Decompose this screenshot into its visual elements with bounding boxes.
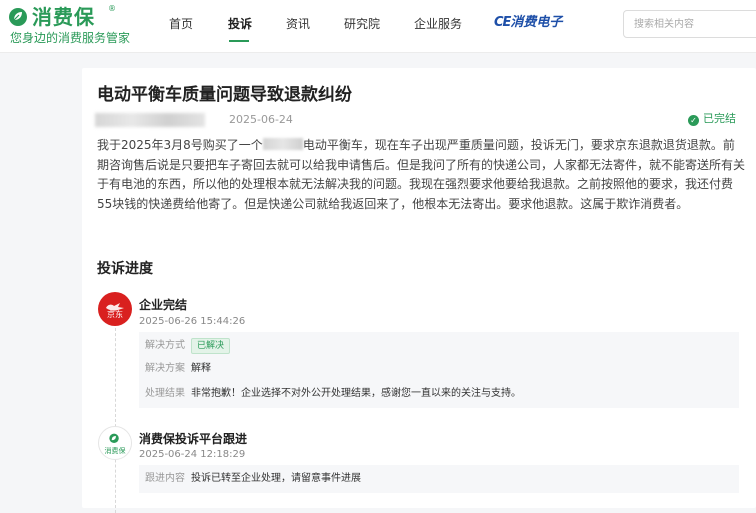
- search-input[interactable]: [623, 10, 756, 38]
- detail-row: 跟进内容 投诉已转至企业处理，请留意事件进展: [145, 472, 361, 486]
- nav-active-indicator: [229, 40, 249, 42]
- complaint-date: 2025-06-24: [229, 113, 293, 126]
- nav-complaints[interactable]: 投诉: [228, 16, 252, 32]
- row-key: 处理结果: [145, 388, 185, 399]
- leaf-logo-icon: [9, 8, 27, 26]
- timeline-line: [115, 323, 117, 513]
- row-value: 非常抱歉！企业选择不对外公开处理结果，感谢您一直以来的关注与支持。: [191, 388, 521, 399]
- nav-home[interactable]: 首页: [169, 16, 193, 32]
- top-header: 消费保 ® 您身边的消费服务管家 首页 投诉 资讯 研究院 企业服务 CE消费电…: [0, 0, 756, 53]
- entry-1-details: 解决方式 已解决 解决方案 解释 处理结果 非常抱歉！企业选择不对外公开处理结果，感谢…: [139, 332, 739, 408]
- resolved-badge: 已解决: [191, 338, 231, 354]
- row-key: 跟进内容: [145, 473, 185, 484]
- nav-news[interactable]: 资讯: [286, 16, 310, 32]
- row-key: 解决方案: [145, 363, 185, 374]
- nav-enterprise[interactable]: 企业服务: [414, 16, 462, 32]
- detail-row: 解决方案 解释: [145, 362, 211, 376]
- nav-research[interactable]: 研究院: [344, 16, 380, 32]
- redacted-username: [95, 113, 205, 127]
- progress-title: 投诉进度: [97, 261, 153, 277]
- brand-name: 消费保: [32, 5, 95, 29]
- row-value: 解释: [191, 363, 211, 374]
- check-circle-icon: ✓: [688, 115, 699, 126]
- entry-2-time: 2025-06-24 12:18:29: [139, 449, 246, 460]
- platform-avatar-text: 消费保: [104, 447, 126, 455]
- brand-registered-mark: ®: [108, 4, 116, 13]
- jd-avatar-text: 京东: [107, 310, 123, 319]
- brand-slogan: 您身边的消费服务管家: [10, 31, 131, 45]
- status-badge: ✓ 已完结: [688, 112, 736, 126]
- status-label: 已完结: [703, 112, 736, 125]
- detail-row: 处理结果 非常抱歉！企业选择不对外公开处理结果，感谢您一直以来的关注与支持。: [145, 387, 521, 401]
- entry-2-details: 跟进内容 投诉已转至企业处理，请留意事件进展: [139, 465, 739, 493]
- entry-1-time: 2025-06-26 15:44:26: [139, 316, 246, 327]
- platform-avatar: 消费保: [98, 426, 132, 460]
- content-part-1: 我于2025年3月8号购买了一个: [97, 138, 263, 152]
- entry-2-name: 消费保投诉平台跟进: [139, 432, 248, 446]
- ce-logo-icon: CE: [494, 15, 511, 30]
- site-logo[interactable]: 消费保 ® 您身边的消费服务管家: [6, 4, 146, 48]
- nav-consumer-electronics[interactable]: CE消费电子: [494, 13, 562, 33]
- complaint-content: 我于2025年3月8号购买了一个 电动平衡车，现在车子出现严重质量问题，投诉无门，…: [97, 136, 745, 214]
- ce-label: 消费电子: [510, 15, 563, 30]
- detail-row: 解决方式 已解决: [145, 338, 231, 354]
- complaint-card: 电动平衡车质量问题导致退款纠纷 2025-06-24 ✓ 已完结 我于2025年3…: [82, 68, 756, 513]
- row-value: 投诉已转至企业处理，请留意事件进展: [191, 473, 361, 484]
- jd-dog-icon: [106, 303, 124, 311]
- entry-1-name: 企业完结: [139, 298, 188, 312]
- jd-avatar: 京东: [98, 292, 132, 326]
- row-key: 解决方式: [145, 340, 185, 351]
- redacted-product: [262, 138, 303, 150]
- complaint-title: 电动平衡车质量问题导致退款纠纷: [97, 85, 352, 105]
